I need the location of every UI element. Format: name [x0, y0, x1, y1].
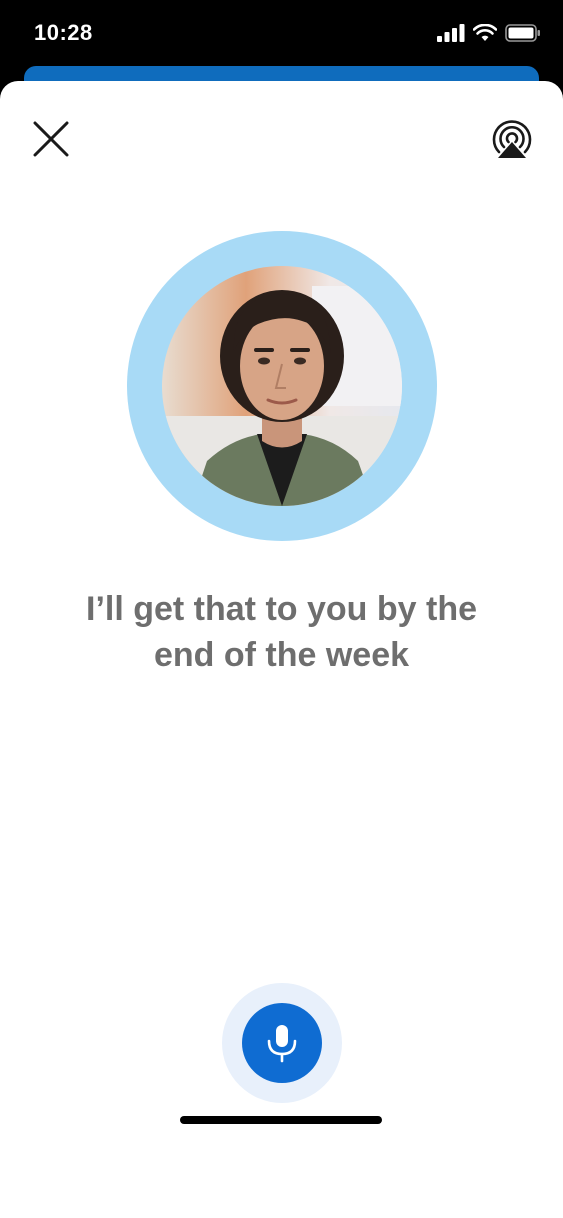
person-photo: [162, 266, 402, 506]
microphone-button[interactable]: [242, 1003, 322, 1083]
microphone-halo: [222, 983, 342, 1103]
voice-sheet: I’ll get that to you by the end of the w…: [0, 81, 563, 1218]
caption-line-1: I’ll get that to you by the: [86, 590, 477, 628]
battery-icon: [505, 24, 540, 42]
close-icon: [33, 121, 69, 157]
speaker-avatar-ring: [127, 231, 437, 541]
status-icons: [437, 24, 541, 42]
status-bar: 10:28: [0, 0, 563, 70]
speaker-avatar: [162, 266, 402, 506]
close-button[interactable]: [30, 118, 72, 160]
home-indicator[interactable]: [180, 1116, 382, 1124]
airplay-button[interactable]: [488, 116, 536, 164]
microphone-icon: [267, 1025, 297, 1063]
caption-line-2: end of the week: [153, 636, 410, 674]
signal-icon: [437, 24, 465, 42]
speech-caption: I’ll get that to you by the end of the w…: [40, 586, 523, 678]
airplay-icon: [492, 120, 532, 158]
wifi-icon: [473, 24, 497, 41]
status-time: 10:28: [34, 20, 93, 45]
